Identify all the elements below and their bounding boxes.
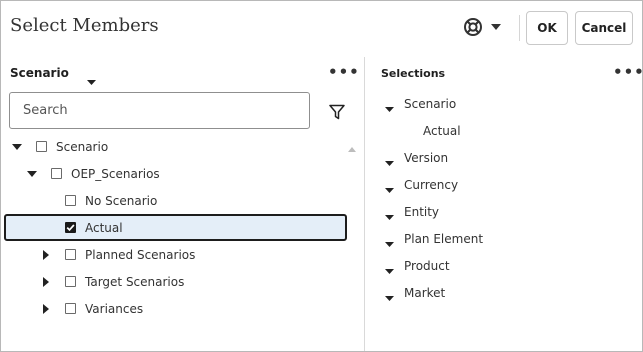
selection-label: Version [404,151,449,165]
dialog-header: Select Members OK Cancel [1,1,642,57]
selection-item-entity[interactable]: Entity [365,199,642,226]
member-label: Scenario [56,139,109,154]
member-checkbox[interactable] [65,276,76,287]
member-label: No Scenario [85,193,158,208]
help-lifebuoy-icon [463,17,483,37]
selection-item-version[interactable]: Version [365,145,642,172]
collapse-triangle-icon[interactable] [385,101,394,115]
tree-row[interactable]: Scenario [1,133,364,160]
member-checkbox[interactable] [65,303,76,314]
expand-triangle-icon[interactable] [41,303,51,314]
filter-icon[interactable] [329,104,345,124]
selection-item-currency[interactable]: Currency [365,172,642,199]
selection-label: Plan Element [404,232,484,246]
help-menu-button[interactable] [463,15,509,39]
member-checkbox[interactable] [36,141,47,152]
select-members-dialog: Select Members OK Cancel Scenario ••• Se… [0,0,643,352]
selection-item-market[interactable]: Market [365,280,642,307]
members-panel: Scenario ••• Scenario [1,57,364,351]
search-input[interactable] [9,92,310,129]
collapse-triangle-icon[interactable] [385,290,394,304]
member-checkbox[interactable] [65,195,76,206]
tree-row[interactable]: Planned Scenarios [1,241,364,268]
collapse-triangle-icon[interactable] [385,155,394,169]
selection-highlight [4,214,347,241]
selections-title: Selections [381,67,446,80]
tree-row[interactable]: Variances [1,295,364,322]
members-more-actions-icon[interactable]: ••• [328,65,360,80]
tree-row[interactable]: No Scenario [1,187,364,214]
member-checkbox[interactable] [65,249,76,260]
collapse-triangle-icon[interactable] [385,236,394,250]
collapse-triangle-icon[interactable] [385,263,394,277]
ok-button[interactable]: OK [526,11,568,45]
selection-item-actual[interactable]: Actual [365,118,642,145]
dimension-dropdown-icon[interactable] [87,70,96,89]
tree-row[interactable]: Target Scenarios [1,268,364,295]
member-label: Planned Scenarios [85,247,196,262]
selection-label: Currency [404,178,459,192]
expand-triangle-icon[interactable] [41,249,51,260]
selection-item-scenario[interactable]: Scenario [365,91,642,118]
selection-label: Scenario [404,97,457,111]
chevron-down-icon [491,24,501,30]
selection-item-product[interactable]: Product [365,253,642,280]
dialog-title: Select Members [10,15,159,36]
member-label: Target Scenarios [85,274,185,289]
collapse-triangle-icon[interactable] [385,182,394,196]
selection-item-plan-element[interactable]: Plan Element [365,226,642,253]
header-divider [519,15,520,41]
member-label: Variances [85,301,144,316]
collapse-triangle-icon[interactable] [27,169,37,179]
selection-label: Market [404,286,446,300]
selections-panel: Selections ••• Scenario Actual Version C… [365,57,643,351]
member-checkbox[interactable] [51,168,62,179]
tree-row[interactable]: OEP_Scenarios [1,160,364,187]
selections-more-actions-icon[interactable]: ••• [613,65,643,80]
selection-label: Entity [404,205,440,219]
dimension-label: Scenario [10,66,69,80]
member-checkbox-checked[interactable] [65,222,76,233]
expand-triangle-icon[interactable] [41,276,51,287]
collapse-triangle-icon[interactable] [385,209,394,223]
member-label: Actual [85,220,123,235]
cancel-button[interactable]: Cancel [575,11,633,45]
collapse-triangle-icon[interactable] [12,142,22,152]
selection-label: Product [404,259,450,273]
tree-row-selected[interactable]: Actual [1,214,364,241]
member-label: OEP_Scenarios [71,166,160,181]
selection-label: Actual [423,124,461,138]
